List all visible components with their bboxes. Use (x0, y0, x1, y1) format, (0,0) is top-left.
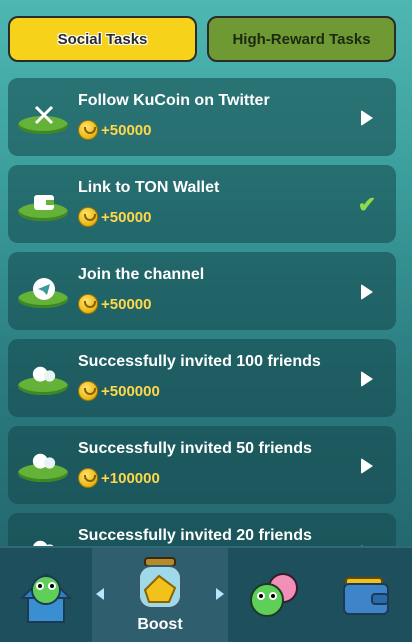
task-reward: +100000 (78, 467, 160, 489)
chevron-left-icon (96, 588, 104, 600)
bottom-navigation: Boost (0, 546, 412, 642)
tab-social-tasks[interactable]: Social Tasks (8, 16, 197, 62)
play-arrow-icon (361, 110, 373, 126)
play-arrow-icon (361, 371, 373, 387)
nav-home[interactable] (0, 548, 92, 642)
coin-icon (78, 381, 98, 401)
nav-wallet[interactable] (320, 548, 412, 642)
task-card[interactable]: Follow KuCoin on Twitter +50000 (8, 78, 396, 156)
reward-amount: +500000 (101, 382, 160, 400)
task-title: Successfully invited 50 friends (78, 440, 312, 457)
coin-icon (78, 294, 98, 314)
task-tabs: Social Tasks High-Reward Tasks (8, 16, 396, 62)
reward-amount: +100000 (101, 469, 160, 487)
go-task-button[interactable] (356, 368, 378, 390)
reward-amount: +50000 (101, 208, 152, 226)
friends-icon (18, 450, 68, 484)
task-title: Follow KuCoin on Twitter (78, 92, 270, 109)
telegram-icon (18, 276, 68, 310)
coin-icon (78, 120, 98, 140)
play-arrow-icon (361, 458, 373, 474)
task-card[interactable]: Successfully invited 100 friends +500000 (8, 339, 396, 417)
tab-high-reward-tasks[interactable]: High-Reward Tasks (207, 16, 396, 62)
coin-jar-icon (138, 557, 182, 609)
x-twitter-icon (18, 102, 68, 136)
reward-amount: +50000 (101, 121, 152, 139)
task-reward: +500000 (78, 380, 160, 402)
frogs-icon (250, 573, 298, 617)
task-card[interactable]: Successfully invited 50 friends +100000 (8, 426, 396, 504)
task-title: Successfully invited 20 friends (78, 527, 312, 544)
coin-icon (78, 207, 98, 227)
go-task-button[interactable] (356, 455, 378, 477)
frog-house-icon (19, 572, 73, 623)
go-task-button[interactable] (356, 281, 378, 303)
nav-friends[interactable] (228, 548, 320, 642)
task-card[interactable]: Link to TON Wallet +50000 ✔ (8, 165, 396, 243)
play-arrow-icon (361, 284, 373, 300)
boost-label: Boost (137, 616, 183, 633)
task-reward: +50000 (78, 119, 151, 141)
task-reward: +50000 (78, 206, 151, 228)
nav-boost[interactable]: Boost (92, 548, 228, 642)
task-title: Join the channel (78, 266, 205, 283)
friends-icon (18, 363, 68, 397)
task-title: Link to TON Wallet (78, 179, 220, 196)
wallet-icon (18, 189, 68, 223)
task-title: Successfully invited 100 friends (78, 353, 321, 370)
reward-amount: +50000 (101, 295, 152, 313)
task-done-status: ✔ (356, 192, 378, 217)
task-card[interactable]: Join the channel +50000 (8, 252, 396, 330)
wallet-icon (343, 577, 389, 615)
coin-icon (78, 468, 98, 488)
go-task-button[interactable] (356, 107, 378, 129)
checkmark-icon: ✔ (357, 192, 377, 217)
task-reward: +50000 (78, 293, 151, 315)
chevron-right-icon (216, 588, 224, 600)
